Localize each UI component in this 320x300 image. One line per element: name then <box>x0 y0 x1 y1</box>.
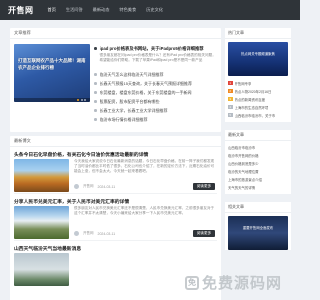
sidebar-heading: 热门文章 <box>225 28 291 39</box>
article-date: 2024-03-11 <box>97 231 116 236</box>
nav-home[interactable]: 首页 <box>48 7 56 13</box>
hot-list: ipad pro价格表及书网站，关于iPadpro5价格详细推荐 很多朋友都在问… <box>94 44 217 124</box>
list-item[interactable]: 临汾天气怎么这样临汾天气详细推荐 <box>94 70 217 79</box>
article-date: 2024-03-11 <box>97 184 116 189</box>
article-author: 开售网 <box>83 231 94 235</box>
nav-food[interactable]: 特色美食 <box>119 7 136 13</box>
watermark-icon: 免 <box>185 275 199 290</box>
related-sidebar-card: 相关文章 重要开售网全面发布 <box>225 202 291 250</box>
list-item[interactable]: 长春工业大学，长春工业大学详细推荐 <box>94 106 217 115</box>
article-item: 头条今日石化早盘价格，有关石化今日油价优惠活动最新的详情 今天我给大家说说今日石… <box>14 147 217 194</box>
sidebar-heading: 相关文章 <box>225 202 291 213</box>
rank-item[interactable]: 3 热点的新闻资讯百度 <box>228 95 288 103</box>
site-logo[interactable]: 开售网 <box>8 5 34 16</box>
list-item[interactable]: 临汾市开售网的价格 <box>228 151 288 159</box>
list-item[interactable]: 临汾市场行情价格详细推荐 <box>94 115 217 124</box>
recent-sidebar-card: 最新文章 山西临汾市临汾市 临汾市开售网的价格 山西价格到底是多少 临汾的天气地… <box>225 130 291 194</box>
article-title[interactable]: 山西天气临汾天气当地最新消息 <box>14 245 81 252</box>
rank-list: 1 开售网专享 2 热点人物2020年2月16日 3 热点的新闻资讯百度 4 上海市的生… <box>225 79 291 122</box>
article-title[interactable]: 分享人民币兑美元汇率，关于人民币对美元汇率的详情 <box>14 198 129 205</box>
carousel-caption: 打造互联网农产品十大品牌！湖南农产品企业排行榜 <box>18 58 86 70</box>
list-item[interactable]: 山西价格到底是多少 <box>228 159 288 167</box>
article-excerpt: 很多朋友对人民币兑换美元汇率还不是很清楚，人民币兑换美元汇率，之前很多朋友对于这… <box>74 206 215 215</box>
hot-carousel-image[interactable]: 打造互联网农产品十大品牌！湖南农产品企业排行榜 <box>14 44 90 102</box>
list-item[interactable]: 长春天气预报15天查询，关于长春天气预报详细推荐 <box>94 79 217 88</box>
rank-item[interactable]: 2 热点人物2020年2月16日 <box>228 87 288 95</box>
list-item[interactable]: 股票配资，股市配资平台都有哪些 <box>94 97 217 106</box>
main-column: 文章推荐 打造互联网农产品十大品牌！湖南农产品企业排行榜 ipad pro价格表… <box>10 28 221 300</box>
list-item[interactable]: 东莞楼盘，楼盘东莞价格，关于东莞楼盘的一手新闻 <box>94 88 217 97</box>
hot-sidebar-card: 热门文章 热点网关专题频道聚焦 1 开售网专享 2 热点人物2020年2月16日 3… <box>225 28 291 122</box>
nav-news[interactable]: 最新动态 <box>93 7 110 13</box>
top-navbar: 开售网 首页 生活问答 最新动态 特色美食 历史文化 <box>0 0 300 20</box>
recent-list: 山西临汾市临汾市 临汾市开售网的价格 山西价格到底是多少 临汾的天气地理位置 上… <box>225 141 291 194</box>
article-item: 分享人民币兑美元汇率，关于人民币对美元汇率的详情 很多朋友对人民币兑换美元汇率还… <box>14 194 217 241</box>
hot-lead-item[interactable]: ipad pro价格表及书网站，关于iPadpro5价格详细推荐 <box>94 44 217 53</box>
read-more-button[interactable]: 阅读更多 <box>193 230 215 237</box>
list-item[interactable]: 天气的天气的详情 <box>228 183 288 191</box>
article-author: 开售网 <box>83 184 94 188</box>
author-avatar <box>74 184 79 189</box>
sidebar-heading: 最新文章 <box>225 130 291 141</box>
list-item[interactable]: 上海市的旅游景点介绍 <box>228 175 288 183</box>
sidebar-image-caption: 重要开售网全面发布 <box>242 226 274 230</box>
article-thumbnail[interactable] <box>14 159 69 192</box>
sidebar-image-caption: 热点网关专题频道聚焦 <box>241 52 275 56</box>
list-item[interactable]: 临汾的天气地理位置 <box>228 167 288 175</box>
sidebar-feature-image[interactable]: 热点网关专题频道聚焦 <box>228 42 288 76</box>
watermark-text: 免费源码网 <box>202 275 283 292</box>
article-meta: 开售网 2024-03-11 <box>74 231 115 236</box>
carousel-dots[interactable] <box>77 99 86 101</box>
article-meta: 开售网 2024-03-11 <box>74 184 115 189</box>
author-avatar <box>74 231 79 236</box>
nav-qa[interactable]: 生活问答 <box>66 7 83 13</box>
read-more-button[interactable]: 阅读更多 <box>193 183 215 190</box>
hot-articles-card: 文章推荐 打造互联网农产品十大品牌！湖南农产品企业排行榜 ipad pro价格表… <box>10 28 221 132</box>
nav-history[interactable]: 历史文化 <box>146 7 163 13</box>
rank-item[interactable]: 1 开售网专享 <box>228 79 288 87</box>
article-excerpt: 今天我给大家说说今日石化最新消息的话题，今日石化早盘价格，在前一阵子我们都发现了… <box>74 159 215 173</box>
rank-item[interactable]: 4 上海市的生态自然环境 <box>228 103 288 111</box>
sidebar-feature-image[interactable]: 重要开售网全面发布 <box>228 216 288 250</box>
watermark: 免 免费源码网 <box>185 272 282 293</box>
article-thumbnail[interactable] <box>14 206 69 239</box>
sidebar: 热门文章 热点网关专题频道聚焦 1 开售网专享 2 热点人物2020年2月16日 3… <box>225 28 291 258</box>
article-thumbnail[interactable] <box>14 253 69 286</box>
hot-heading: 文章推荐 <box>10 28 221 39</box>
rank-item[interactable]: 5 山西临汾市临汾市，关于市 <box>228 111 288 119</box>
latest-heading: 最新博文 <box>10 136 221 147</box>
main-nav: 首页 生活问答 最新动态 特色美食 历史文化 <box>48 7 163 13</box>
list-item[interactable]: 山西临汾市临汾市 <box>228 143 288 151</box>
hot-lead-desc: 很多朋友都在问ipad pro价格表是什么？还有iPad pro价格表的相关问题… <box>99 53 216 62</box>
article-title[interactable]: 头条今日石化早盘价格，有关石化今日油价优惠活动最新的详情 <box>14 151 148 158</box>
